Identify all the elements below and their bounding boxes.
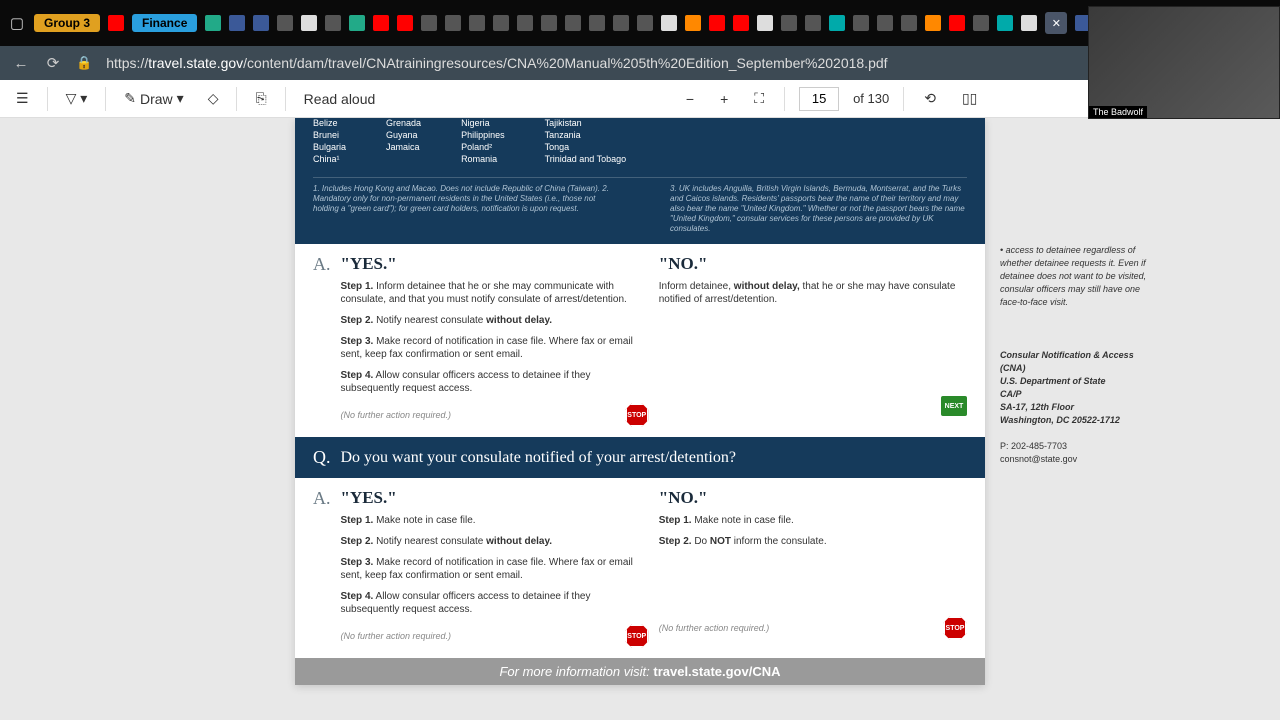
erase-icon[interactable]: ◇ [202,86,225,111]
tab-favicon[interactable] [108,15,124,31]
tab-favicon[interactable] [781,15,797,31]
highlight-icon[interactable]: ▽ ▾ [60,86,94,111]
back-icon[interactable]: ← [12,55,30,72]
contents-icon[interactable]: ☰ [10,86,35,111]
stop-icon: STOP [625,624,649,648]
tab-favicon[interactable] [661,15,677,31]
pdf-page: BelizeBruneiBulgariaChina¹ GrenadaGuyana… [295,118,985,685]
page-footer: For more information visit: travel.state… [295,658,985,685]
tab-favicon[interactable] [469,15,485,31]
tab-favicon[interactable] [493,15,509,31]
answer-letter: A. [313,254,331,427]
tab-favicon[interactable] [685,15,701,31]
tab-favicon[interactable] [997,15,1013,31]
tab-favicon[interactable] [637,15,653,31]
answer-letter: A. [313,488,331,648]
read-aloud-button[interactable]: Read aloud [298,87,382,111]
webcam-label: The Badwolf [1089,106,1147,118]
tab-favicon[interactable] [229,15,245,31]
tab-favicon[interactable] [541,15,557,31]
answer-section-2: A. "YES." Step 1. Make note in case file… [295,478,985,658]
footnote-right: 3. UK includes Anguilla, British Virgin … [670,184,967,234]
country-list-box: BelizeBruneiBulgariaChina¹ GrenadaGuyana… [295,118,985,244]
tab-favicon[interactable] [445,15,461,31]
tab-favicon[interactable] [205,15,221,31]
tab-group-label[interactable]: Group 3 [34,14,100,32]
tab-favicon[interactable] [349,15,365,31]
tab-favicon[interactable] [829,15,845,31]
text-icon[interactable]: ⎘ [249,86,272,111]
page-total: of 130 [853,91,889,106]
yes-heading: "YES." [341,488,649,508]
tab-favicon[interactable] [325,15,341,31]
refresh-icon[interactable]: ⟳ [44,54,62,72]
tab-favicon[interactable] [613,15,629,31]
question-bar: Q. Do you want your consulate notified o… [295,437,985,478]
question-letter: Q. [313,447,331,468]
tab-favicon[interactable] [901,15,917,31]
tab-favicon[interactable] [1021,15,1037,31]
question-text: Do you want your consulate notified of y… [341,449,736,467]
tab-favicon[interactable] [517,15,533,31]
tab-favicon[interactable] [397,15,413,31]
tab-finance-label[interactable]: Finance [132,14,197,32]
page-number-input[interactable] [799,87,839,111]
tab-favicon[interactable] [709,15,725,31]
fit-icon[interactable]: ⛶ [748,86,770,111]
no-heading: "NO." [659,254,967,274]
webcam-overlay: The Badwolf [1088,6,1280,119]
zoom-in-icon[interactable]: + [714,87,734,111]
tab-favicon[interactable] [565,15,581,31]
draw-button[interactable]: ✎ Draw ▾ [118,86,189,111]
tab-favicon[interactable] [949,15,965,31]
yes-heading: "YES." [341,254,649,274]
active-tab[interactable]: ✕ [1045,12,1067,34]
tab-favicon[interactable] [589,15,605,31]
answer-section-1: • access to detainee regardless of wheth… [295,244,985,437]
lock-icon[interactable]: 🔒 [76,55,92,71]
zoom-out-icon[interactable]: − [680,87,700,111]
url-text[interactable]: https://travel.state.gov/content/dam/tra… [106,55,1236,71]
no-heading: "NO." [659,488,967,508]
tab-favicon[interactable] [421,15,437,31]
tab-favicon[interactable] [733,15,749,31]
rotate-icon[interactable]: ⟲ [918,86,942,111]
tab-favicon[interactable] [301,15,317,31]
sidebar-toggle-icon[interactable]: ▢ [8,14,26,32]
tab-favicon[interactable] [277,15,293,31]
next-icon: NEXT [941,396,967,416]
footnote-left: 1. Includes Hong Kong and Macao. Does no… [313,184,610,234]
tab-favicon[interactable] [805,15,821,31]
sidebar-info: • access to detainee regardless of wheth… [1000,244,1150,466]
page-view-icon[interactable]: ▯▯ [956,86,983,111]
tab-favicon[interactable] [877,15,893,31]
tab-favicon[interactable] [853,15,869,31]
tab-favicon[interactable] [925,15,941,31]
tab-favicon[interactable] [253,15,269,31]
tab-favicon[interactable] [373,15,389,31]
stop-icon: STOP [943,616,967,640]
tab-favicon[interactable] [973,15,989,31]
pdf-viewport[interactable]: BelizeBruneiBulgariaChina¹ GrenadaGuyana… [0,118,1280,720]
tab-favicon[interactable] [757,15,773,31]
stop-icon: STOP [625,403,649,427]
